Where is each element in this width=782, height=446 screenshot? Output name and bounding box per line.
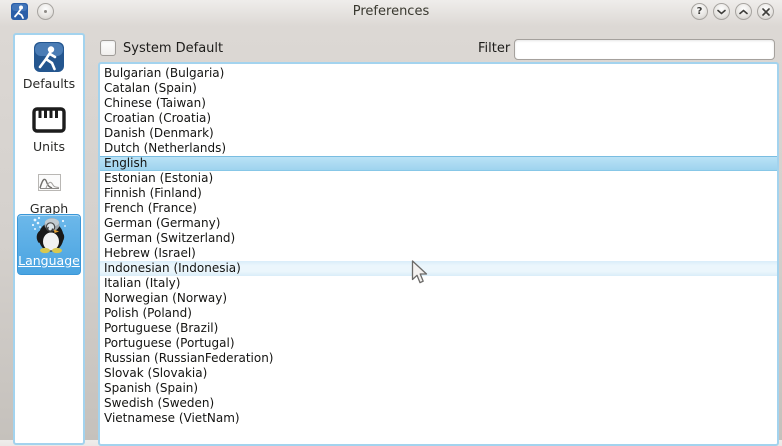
list-item[interactable]: Croatian (Croatia) (100, 111, 777, 126)
list-item[interactable]: Bulgarian (Bulgaria) (100, 66, 777, 81)
list-item[interactable]: Swedish (Sweden) (100, 396, 777, 411)
window-title: Preferences (0, 4, 782, 19)
system-default-label: System Default (123, 41, 223, 56)
list-item[interactable]: Vietnamese (VietNam) (100, 411, 777, 426)
unshade-button[interactable] (735, 3, 752, 20)
close-icon (762, 8, 770, 16)
sidebar-item-label: Defaults (17, 76, 81, 91)
sidebar-item-label: Language (18, 253, 80, 268)
sidebar-item-language[interactable]: Language (17, 214, 81, 275)
sidebar-item-units[interactable]: Units (17, 101, 81, 161)
list-item[interactable]: Portuguese (Brazil) (100, 321, 777, 336)
filter-label: Filter (478, 41, 510, 56)
list-item[interactable]: Estonian (Estonia) (100, 171, 777, 186)
list-item[interactable]: Hebrew (Israel) (100, 246, 777, 261)
list-item[interactable]: German (Switzerland) (100, 231, 777, 246)
list-item[interactable]: Spanish (Spain) (100, 381, 777, 396)
list-item[interactable]: Danish (Denmark) (100, 126, 777, 141)
language-list[interactable]: Bulgarian (Bulgaria)Catalan (Spain)Chine… (98, 62, 779, 446)
ruler-icon (32, 107, 66, 133)
help-icon: ? (697, 6, 703, 17)
system-default-checkbox[interactable] (100, 40, 116, 56)
list-item[interactable]: Norwegian (Norway) (100, 291, 777, 306)
filter-input[interactable] (514, 39, 775, 60)
help-button[interactable]: ? (691, 3, 708, 20)
list-item[interactable]: English (100, 156, 777, 171)
chevron-up-icon (739, 9, 748, 15)
list-item[interactable]: Dutch (Netherlands) (100, 141, 777, 156)
list-item[interactable]: Catalan (Spain) (100, 81, 777, 96)
graph-icon (38, 174, 61, 191)
list-item[interactable]: Finnish (Finland) (100, 186, 777, 201)
sidebar-item-label: Units (17, 139, 81, 154)
list-item[interactable]: Polish (Poland) (100, 306, 777, 321)
close-button[interactable] (757, 3, 774, 20)
tux-penguin-icon (27, 214, 71, 254)
list-item[interactable]: German (Germany) (100, 216, 777, 231)
list-item[interactable]: Indonesian (Indonesia) (100, 261, 777, 276)
list-item[interactable]: French (France) (100, 201, 777, 216)
list-item[interactable]: Chinese (Taiwan) (100, 96, 777, 111)
preferences-sidebar: Defaults Units Graph (13, 33, 85, 445)
hiker-icon (33, 41, 65, 73)
sidebar-item-defaults[interactable]: Defaults (17, 38, 81, 98)
list-item[interactable]: Slovak (Slovakia) (100, 366, 777, 381)
list-item[interactable]: Portuguese (Portugal) (100, 336, 777, 351)
list-item[interactable]: Russian (RussianFederation) (100, 351, 777, 366)
list-item[interactable]: Italian (Italy) (100, 276, 777, 291)
titlebar: Preferences ? (0, 0, 782, 24)
chevron-down-icon (717, 9, 726, 15)
shade-button[interactable] (713, 3, 730, 20)
